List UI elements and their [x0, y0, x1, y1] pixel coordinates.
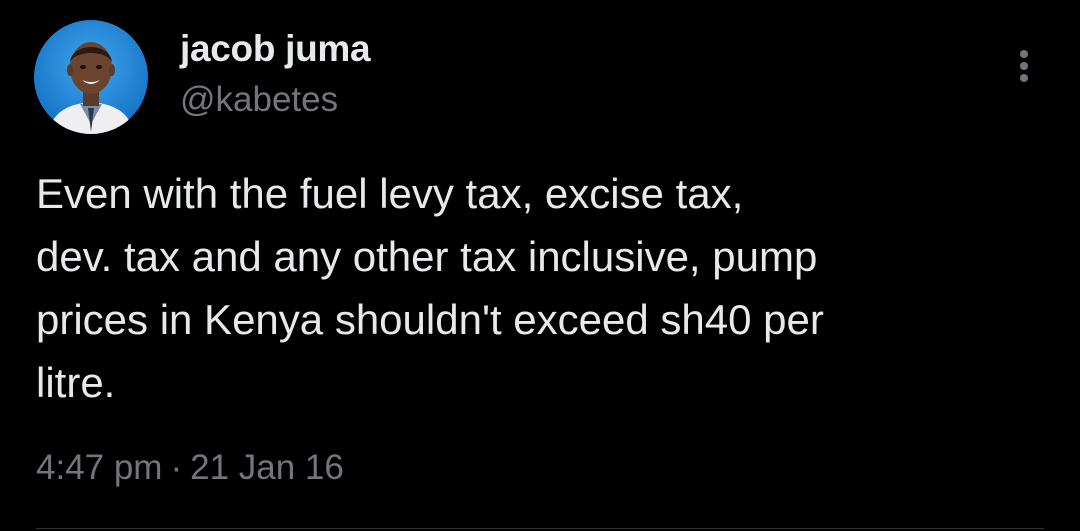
more-options-icon[interactable]	[1010, 46, 1038, 86]
author-display-name[interactable]: jacob juma	[180, 28, 371, 70]
tweet-time[interactable]: 4:47 pm	[36, 448, 162, 487]
meta-separator: ·	[170, 448, 183, 487]
more-dot	[1020, 62, 1028, 70]
tweet-metadata: 4:47 pm · 21 Jan 16	[36, 448, 344, 488]
avatar-image	[34, 20, 148, 134]
author-handle[interactable]: @kabetes	[180, 80, 338, 120]
tweet-date[interactable]: 21 Jan 16	[190, 448, 344, 487]
tweet-text: Even with the fuel levy tax, excise tax,…	[36, 170, 824, 406]
more-dot	[1020, 74, 1028, 82]
divider	[36, 528, 1044, 529]
avatar[interactable]	[34, 20, 148, 134]
tweet: jacob juma @kabetes Even with the fuel l…	[0, 0, 1080, 531]
more-dot	[1020, 50, 1028, 58]
